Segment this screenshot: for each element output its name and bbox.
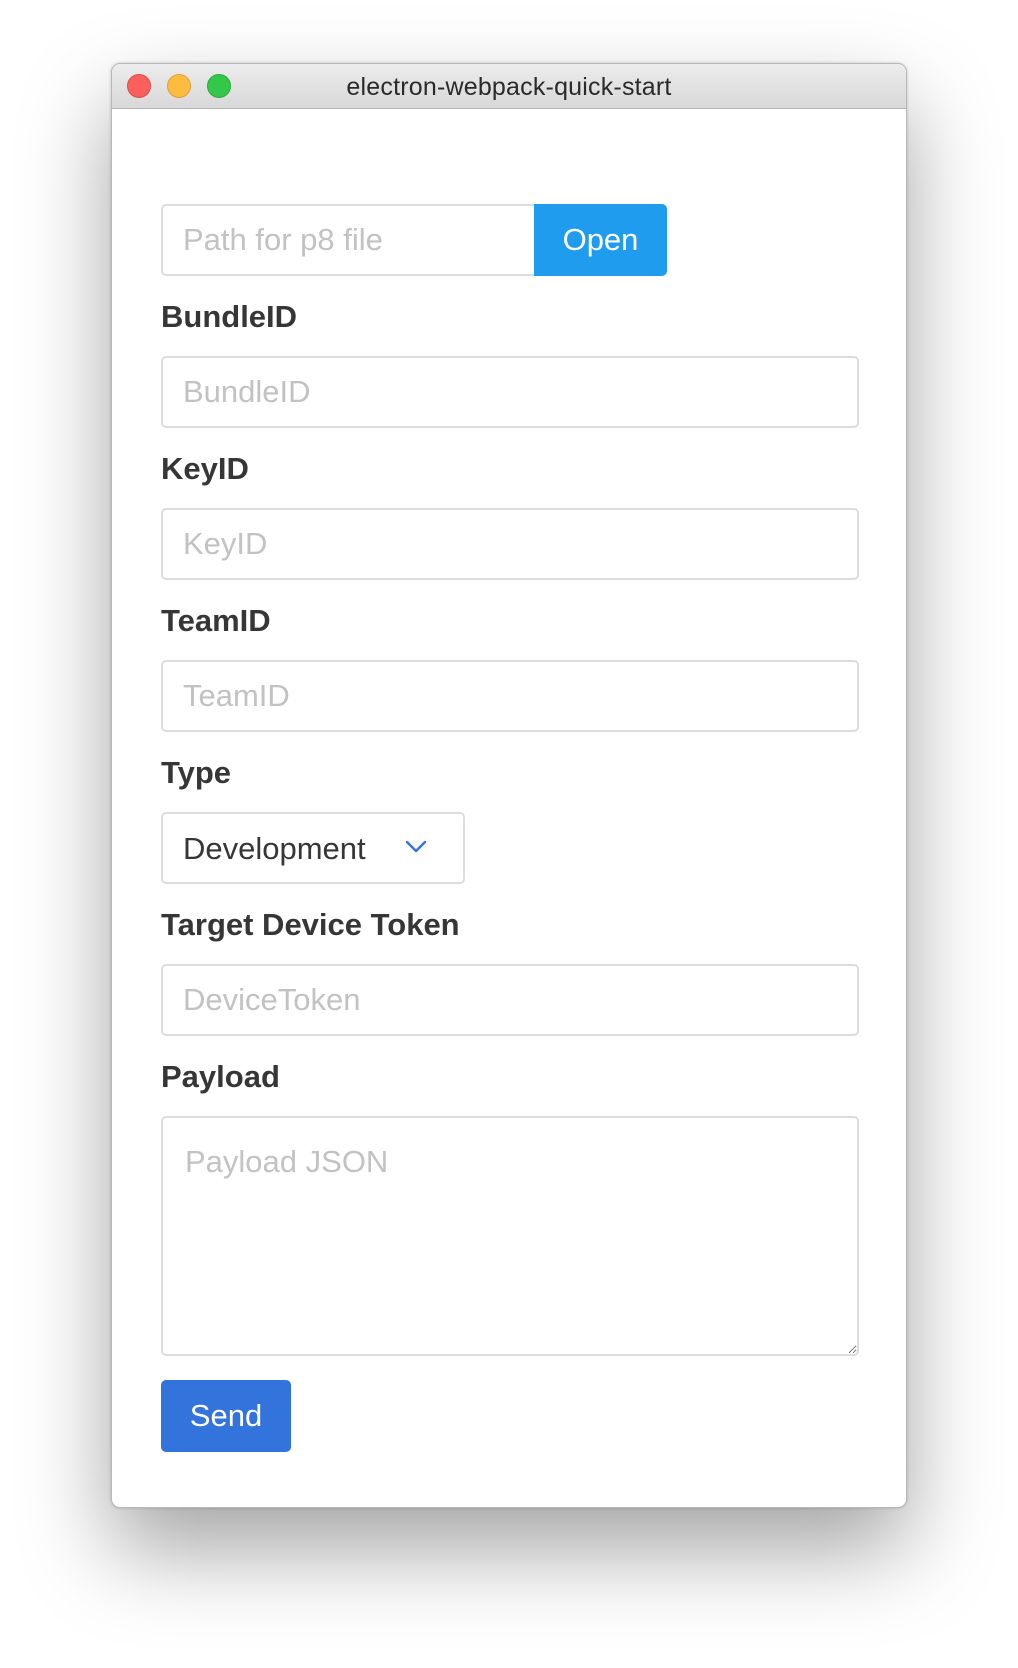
device-token-label: Target Device Token [161, 907, 460, 942]
p8-file-picker: Open [161, 204, 667, 276]
send-button[interactable]: Send [161, 1380, 291, 1452]
payload-label: Payload [161, 1059, 280, 1094]
title-bar[interactable]: electron-webpack-quick-start [112, 64, 906, 109]
p8-path-input[interactable] [161, 204, 534, 276]
window-title: electron-webpack-quick-start [346, 73, 672, 101]
type-select[interactable]: Development [161, 812, 465, 884]
app-window: electron-webpack-quick-start Open Bundle… [111, 63, 907, 1508]
type-select-value: Development [183, 831, 366, 866]
bundle-id-input[interactable] [161, 356, 859, 428]
key-id-label: KeyID [161, 451, 249, 486]
key-id-input[interactable] [161, 508, 859, 580]
team-id-label: TeamID [161, 603, 271, 638]
device-token-input[interactable] [161, 964, 859, 1036]
payload-textarea[interactable] [161, 1116, 859, 1356]
type-label: Type [161, 755, 232, 790]
open-button[interactable]: Open [534, 204, 667, 276]
team-id-input[interactable] [161, 660, 859, 732]
chevron-down-icon [405, 840, 427, 853]
form: Open BundleID KeyID TeamID Type Developm… [161, 204, 859, 1452]
bundle-id-label: BundleID [161, 299, 298, 334]
